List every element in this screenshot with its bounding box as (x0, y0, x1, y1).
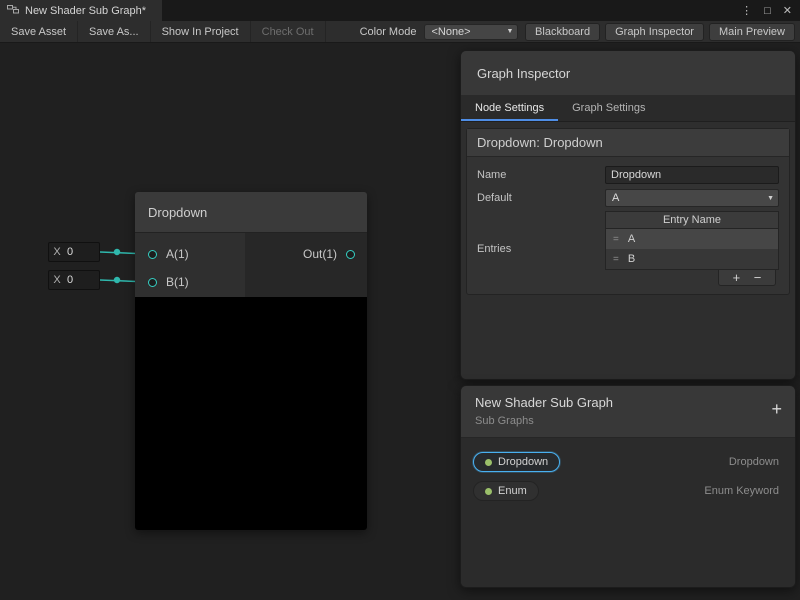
node-preview (135, 297, 367, 530)
inspector-tabs: Node Settings Graph Settings (461, 95, 795, 122)
main-preview-toggle-button[interactable]: Main Preview (709, 23, 795, 41)
blackboard-subtitle: Sub Graphs (475, 415, 781, 427)
inspector-title: Graph Inspector (461, 51, 795, 95)
port-circle-icon[interactable] (148, 250, 157, 259)
menu-icon[interactable]: ⋮ (741, 4, 752, 17)
add-property-button[interactable]: + (771, 399, 782, 420)
section-body: Name Default A ▼ Entries Entry Name (467, 157, 789, 294)
unity-shader-graph-window: New Shader Sub Graph* ⋮ □ ✕ Save Asset S… (0, 0, 800, 600)
toolbar-right-group: Blackboard Graph Inspector Main Preview (520, 21, 800, 42)
port-circle-icon[interactable] (346, 250, 355, 259)
port-label-out: Out(1) (303, 247, 337, 261)
default-dropdown[interactable]: A ▼ (605, 189, 779, 207)
tab-title: New Shader Sub Graph* (25, 5, 146, 17)
color-mode-dropdown[interactable]: <None> ▼ (424, 24, 518, 40)
inline-value-b[interactable]: X 0 (48, 270, 100, 290)
entries-label: Entries (477, 211, 605, 286)
node-settings-section: Dropdown: Dropdown Name Default A ▼ (466, 128, 790, 295)
color-mode-label: Color Mode (352, 21, 425, 42)
shader-graph-icon (7, 3, 19, 18)
blackboard-toggle-button[interactable]: Blackboard (525, 23, 600, 41)
entries-rows: = A = B (605, 229, 779, 270)
dropdown-node[interactable]: Dropdown A(1) B(1) Out(1) (135, 192, 367, 530)
window-controls: ⋮ □ ✕ (741, 0, 792, 21)
save-asset-button[interactable]: Save Asset (0, 21, 78, 42)
blackboard-item-dropdown[interactable]: Dropdown (473, 452, 560, 472)
entries-list-header: Entry Name (605, 211, 779, 229)
check-out-button: Check Out (251, 21, 326, 42)
x-component-label: X (49, 274, 65, 286)
tab-new-shader-sub-graph[interactable]: New Shader Sub Graph* (0, 0, 162, 21)
entry-row-a[interactable]: = A (606, 229, 778, 249)
drag-handle-icon[interactable]: = (613, 234, 619, 245)
entries-footer-buttons: + − (718, 270, 776, 286)
node-input-section: A(1) B(1) (135, 233, 245, 297)
tab-graph-settings[interactable]: Graph Settings (558, 95, 659, 121)
item-label: Enum (498, 485, 527, 497)
default-value: A (612, 192, 619, 204)
drag-handle-icon[interactable]: = (613, 254, 619, 265)
blackboard-title: New Shader Sub Graph (475, 395, 781, 410)
color-mode-value: <None> (431, 26, 470, 38)
input-port-b[interactable]: B(1) (135, 268, 245, 296)
inline-value-a[interactable]: X 0 (48, 242, 100, 262)
port-label-b: B(1) (166, 275, 189, 289)
blackboard-item-enum[interactable]: Enum (473, 481, 539, 501)
node-title[interactable]: Dropdown (135, 192, 367, 233)
node-body: A(1) B(1) Out(1) (135, 233, 367, 297)
section-header: Dropdown: Dropdown (467, 129, 789, 157)
item-type-label: Dropdown (729, 456, 779, 468)
entries-field-row: Entries Entry Name = A = B (477, 211, 779, 286)
x-component-label: X (49, 246, 65, 258)
save-as-button[interactable]: Save As... (78, 21, 151, 42)
default-field-row: Default A ▼ (477, 188, 779, 208)
toolbar: Save Asset Save As... Show In Project Ch… (0, 21, 800, 43)
blackboard-panel: New Shader Sub Graph Sub Graphs + Dropdo… (460, 385, 796, 588)
remove-entry-button[interactable]: − (754, 271, 762, 285)
name-label: Name (477, 169, 605, 181)
blackboard-body: Dropdown Dropdown Enum Enum Keyword (461, 438, 795, 588)
blackboard-header: New Shader Sub Graph Sub Graphs + (461, 386, 795, 438)
chevron-down-icon: ▼ (507, 28, 514, 35)
name-field-row: Name (477, 165, 779, 185)
tab-node-settings[interactable]: Node Settings (461, 95, 558, 121)
item-label: Dropdown (498, 456, 548, 468)
graph-inspector-toggle-button[interactable]: Graph Inspector (605, 23, 704, 41)
input-port-a[interactable]: A(1) (135, 240, 245, 268)
value-b-field[interactable]: 0 (65, 274, 99, 286)
show-in-project-button[interactable]: Show In Project (151, 21, 251, 42)
add-entry-button[interactable]: + (733, 271, 741, 285)
entries-list: Entry Name = A = B (605, 211, 779, 286)
chevron-down-icon: ▼ (767, 195, 774, 202)
blackboard-row: Enum Enum Keyword (473, 480, 783, 502)
inspector-content: Dropdown: Dropdown Name Default A ▼ (461, 128, 795, 380)
property-dot-icon (485, 459, 492, 466)
property-dot-icon (485, 488, 492, 495)
entry-value: A (628, 233, 635, 245)
item-type-label: Enum Keyword (704, 485, 779, 497)
entry-value: B (628, 253, 635, 265)
titlebar: New Shader Sub Graph* ⋮ □ ✕ (0, 0, 800, 21)
blackboard-row: Dropdown Dropdown (473, 451, 783, 473)
entry-row-b[interactable]: = B (606, 249, 778, 269)
value-a-field[interactable]: 0 (65, 246, 99, 258)
port-circle-icon[interactable] (148, 278, 157, 287)
name-input[interactable] (605, 166, 779, 184)
entries-footer: + − (605, 270, 779, 286)
close-icon[interactable]: ✕ (783, 4, 792, 17)
graph-inspector-panel: Graph Inspector Node Settings Graph Sett… (460, 50, 796, 380)
maximize-icon[interactable]: □ (764, 5, 771, 17)
default-label: Default (477, 192, 605, 204)
port-label-a: A(1) (166, 247, 189, 261)
output-port[interactable]: Out(1) (303, 240, 355, 268)
